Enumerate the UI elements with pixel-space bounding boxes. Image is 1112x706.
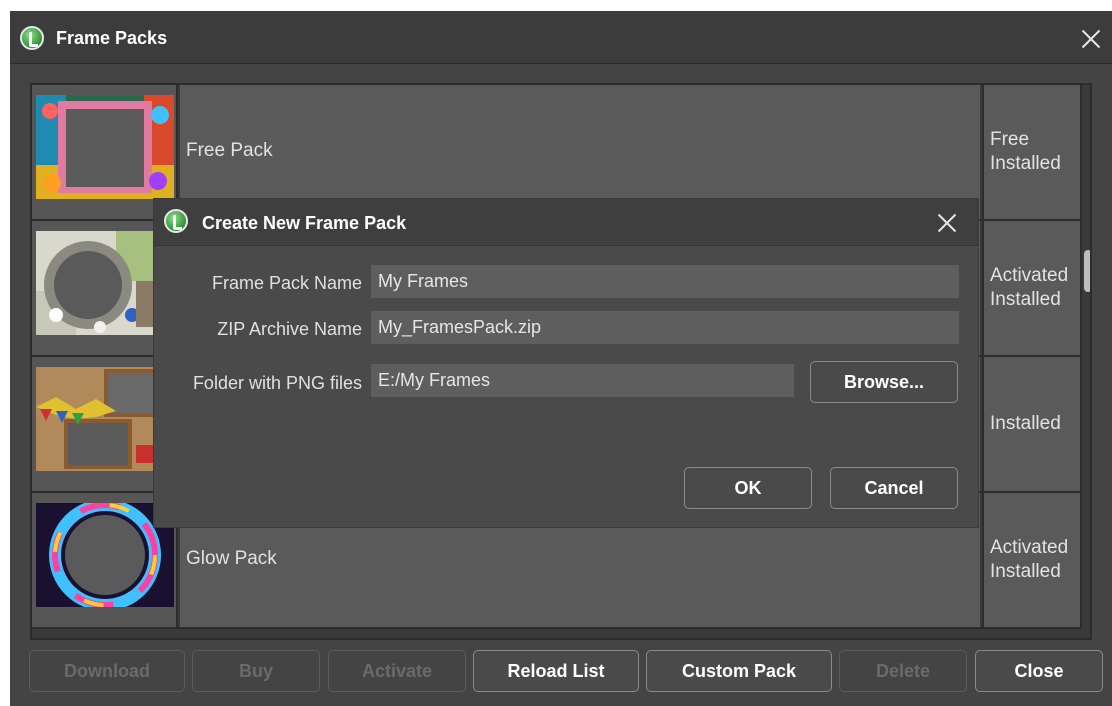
window-titlebar: Frame Packs xyxy=(10,11,1112,64)
pack-name-field[interactable]: My Frames xyxy=(371,265,959,298)
app-logo-icon xyxy=(164,209,188,233)
png-folder-field[interactable]: E:/My Frames xyxy=(371,364,794,397)
delete-button[interactable]: Delete xyxy=(839,650,967,692)
pack-status-line: Installed xyxy=(990,413,1061,434)
close-button[interactable]: Close xyxy=(975,650,1103,692)
dialog-titlebar: Create New Frame Pack xyxy=(154,199,978,246)
scrollbar-thumb[interactable] xyxy=(1084,250,1090,292)
app-logo-icon xyxy=(20,26,44,50)
pack-name: Free Pack xyxy=(186,140,273,161)
ok-button[interactable]: OK xyxy=(684,467,812,509)
pack-name: Glow Pack xyxy=(186,548,277,569)
pack-status-line: Installed xyxy=(990,153,1061,174)
create-frame-pack-dialog: Create New Frame Pack Frame Pack Name My… xyxy=(154,199,978,527)
dialog-title: Create New Frame Pack xyxy=(202,213,407,233)
buy-button[interactable]: Buy xyxy=(192,650,320,692)
reload-list-button[interactable]: Reload List xyxy=(473,650,639,692)
zip-archive-field[interactable]: My_FramesPack.zip xyxy=(371,311,959,344)
pack-status-cell: Free Installed xyxy=(982,85,1082,219)
close-icon[interactable] xyxy=(934,210,960,236)
pack-status-line: Activated xyxy=(990,537,1069,558)
pack-status-line: Installed xyxy=(990,289,1061,310)
pack-name-label: Frame Pack Name xyxy=(211,273,362,293)
pack-status-line: Activated xyxy=(990,265,1069,286)
cancel-button[interactable]: Cancel xyxy=(830,467,958,509)
custom-pack-button[interactable]: Custom Pack xyxy=(646,650,832,692)
png-folder-label: Folder with PNG files xyxy=(192,373,362,393)
pack-status-line: Free xyxy=(990,129,1030,150)
pack-status-line: Installed xyxy=(990,561,1061,582)
window-title: Frame Packs xyxy=(56,28,168,48)
pack-status-cell: Activated Installed xyxy=(982,493,1082,627)
activate-button[interactable]: Activate xyxy=(328,650,466,692)
pack-status-cell: Activated Installed xyxy=(982,221,1082,355)
close-icon[interactable] xyxy=(1078,26,1104,52)
scrollbar[interactable] xyxy=(1082,85,1090,638)
frame-thumbnail xyxy=(36,95,174,199)
browse-button[interactable]: Browse... xyxy=(810,361,958,403)
download-button[interactable]: Download xyxy=(29,650,185,692)
zip-archive-label: ZIP Archive Name xyxy=(217,319,362,339)
pack-status-cell: Installed xyxy=(982,357,1082,491)
